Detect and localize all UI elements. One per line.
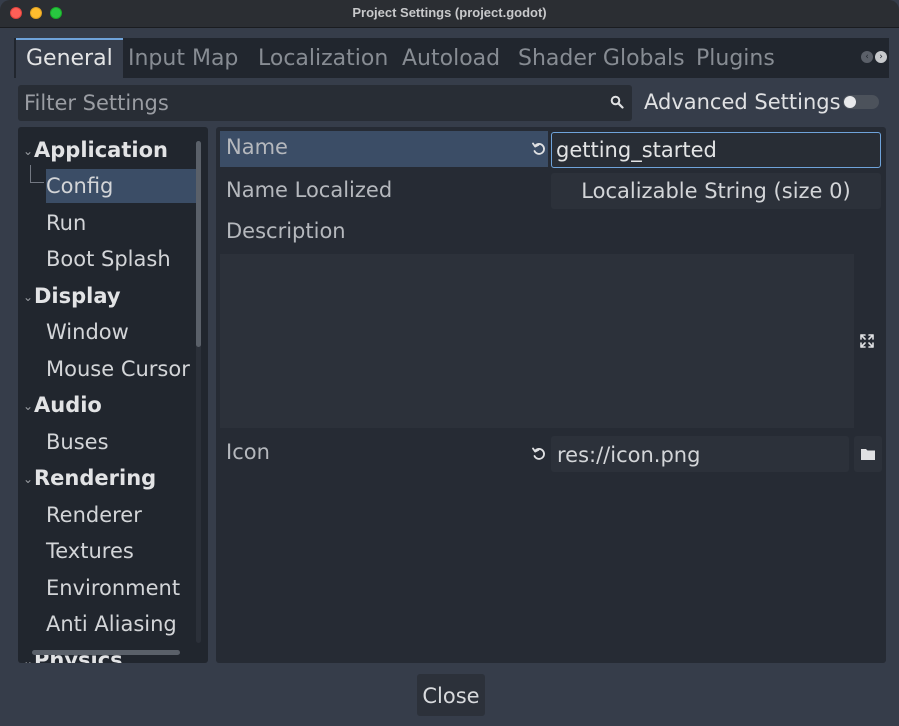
tree-item-mouse-cursor[interactable]: Mouse Cursor: [18, 352, 196, 386]
expand-icon[interactable]: [860, 334, 874, 348]
tree-vertical-scrollbar[interactable]: [196, 141, 201, 347]
tab-bar: General Input Map Localization Autoload …: [14, 38, 889, 78]
title-bar: Project Settings (project.godot): [0, 0, 899, 28]
tab-autoload[interactable]: Autoload: [402, 38, 500, 76]
toggle-knob: [844, 96, 856, 108]
advanced-settings-label: Advanced Settings: [644, 90, 841, 114]
tab-localization[interactable]: Localization: [258, 38, 388, 76]
tab-plugins[interactable]: Plugins: [696, 38, 775, 76]
window-title: Project Settings (project.godot): [352, 5, 547, 20]
tree-section-audio[interactable]: ⌄ Audio: [18, 388, 196, 422]
tab-general[interactable]: General: [16, 38, 123, 78]
tree-section-rendering[interactable]: ⌄ Rendering: [18, 461, 196, 495]
tree-item-run[interactable]: Run: [18, 206, 196, 240]
name-localized-label: Name Localized: [226, 178, 393, 202]
general-tab-content: Advanced Settings ⌄ Application Config: [14, 78, 889, 667]
tree-connector: [30, 182, 44, 183]
tab-scroll-left-icon[interactable]: ‹: [861, 51, 873, 63]
folder-icon: [861, 449, 875, 460]
settings-category-tree: ⌄ Application Config Run Boot Splash ⌄ D…: [18, 127, 208, 663]
browse-icon-button[interactable]: [854, 436, 882, 472]
revert-icon[interactable]: [532, 447, 546, 461]
name-property-label: Name: [226, 135, 288, 159]
chevron-down-icon: ⌄: [23, 144, 34, 158]
tree-item-renderer[interactable]: Renderer: [18, 498, 196, 532]
tab-scroll-right-icon[interactable]: ›: [875, 51, 887, 63]
filter-settings-field: [18, 85, 632, 121]
tab-scroll-arrows: ‹ ›: [861, 51, 887, 65]
tree-item-config[interactable]: Config: [46, 169, 196, 203]
project-settings-window: Project Settings (project.godot) General…: [0, 0, 899, 726]
icon-path-field[interactable]: res://icon.png: [551, 436, 849, 472]
tree-section-application[interactable]: ⌄ Application: [18, 133, 196, 167]
settings-panel: General Input Map Localization Autoload …: [14, 38, 889, 667]
project-name-input[interactable]: [551, 132, 881, 168]
tree-item-window[interactable]: Window: [18, 315, 196, 349]
chevron-down-icon: ⌄: [23, 399, 34, 413]
tree-item-textures[interactable]: Textures: [18, 534, 196, 568]
tree-item-buses[interactable]: Buses: [18, 425, 196, 459]
advanced-settings-toggle[interactable]: [843, 95, 879, 109]
tree-horizontal-scrollbar[interactable]: [32, 650, 180, 655]
tree-item-anti-aliasing[interactable]: Anti Aliasing: [18, 607, 196, 641]
tab-shader-globals[interactable]: Shader Globals: [518, 38, 685, 76]
tree-item-boot-splash[interactable]: Boot Splash: [18, 242, 196, 276]
description-textarea[interactable]: [220, 254, 854, 428]
tab-input-map[interactable]: Input Map: [128, 38, 238, 76]
localizable-string-button[interactable]: Localizable String (size 0): [551, 173, 881, 209]
property-inspector: Name Name Localized Localizable String (…: [216, 127, 886, 663]
revert-icon[interactable]: [532, 142, 546, 156]
close-button[interactable]: Close: [417, 674, 485, 716]
chevron-down-icon: ⌄: [23, 290, 34, 304]
search-icon: [610, 95, 624, 109]
filter-settings-input[interactable]: [24, 85, 604, 121]
description-label: Description: [226, 219, 346, 243]
tree-item-environment[interactable]: Environment: [18, 571, 196, 605]
tree-section-display[interactable]: ⌄ Display: [18, 279, 196, 313]
icon-property-label: Icon: [226, 440, 270, 464]
chevron-down-icon: ⌄: [23, 472, 34, 486]
